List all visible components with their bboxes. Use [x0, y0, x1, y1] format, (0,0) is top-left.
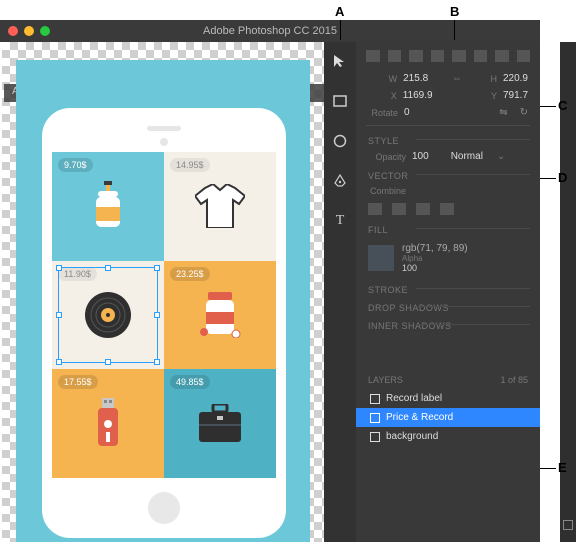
briefcase-icon: [195, 404, 245, 444]
drop-shadows-section-heading[interactable]: DROP SHADOWS: [356, 297, 540, 315]
phone-speaker: [147, 126, 181, 131]
layers-count: 1 of 85: [500, 375, 528, 385]
properties-panel: W215.8 ⇔ H220.9 X1169.9 Y791.7 Rotate 0 …: [356, 42, 540, 542]
tile-record: 11.90$: [52, 261, 164, 370]
vector-section-heading: VECTOR: [356, 165, 540, 183]
phone-screen: 9.70$ 14.95$ 11.90$: [52, 152, 276, 478]
window-titlebar: Adobe Photoshop CC 2015: [0, 20, 540, 42]
soap-icon: [90, 181, 126, 231]
ellipse-tool[interactable]: [331, 132, 349, 150]
align-center-h-icon[interactable]: [388, 50, 402, 62]
combine-subtract-icon[interactable]: [392, 203, 406, 215]
layer-shape-icon: [370, 394, 380, 404]
combine-exclude-icon[interactable]: [440, 203, 454, 215]
flip-v-icon[interactable]: ↻: [520, 107, 528, 118]
tile-pills: 23.25$: [164, 261, 276, 370]
opacity-label: Opacity: [368, 152, 406, 162]
chevron-down-icon[interactable]: ⌄: [497, 151, 505, 162]
tile-briefcase: 49.85$: [164, 369, 276, 478]
layer-name: background: [386, 431, 438, 442]
phone-mockup: 9.70$ 14.95$ 11.90$: [42, 108, 286, 538]
callout-a: A: [335, 4, 344, 19]
layer-shape-icon: [370, 413, 380, 423]
panel-toggle-icon[interactable]: [563, 520, 573, 530]
callout-d: D: [558, 170, 567, 185]
width-value[interactable]: 215.8: [403, 73, 446, 84]
combine-intersect-icon[interactable]: [416, 203, 430, 215]
link-wh-icon[interactable]: ⇔: [452, 73, 462, 84]
distribute-h-icon[interactable]: [495, 50, 509, 62]
price-badge: 14.95$: [170, 158, 210, 172]
tile-soap: 9.70$: [52, 152, 164, 261]
distribute-v-icon[interactable]: [517, 50, 531, 62]
stroke-section-heading[interactable]: STROKE: [356, 279, 540, 297]
tile-usb: 17.55$: [52, 369, 164, 478]
layer-name: Record label: [386, 393, 442, 404]
phone-home-button: [148, 492, 180, 524]
align-bottom-icon[interactable]: [474, 50, 488, 62]
price-badge: 17.55$: [58, 375, 98, 389]
layer-shape-icon: [370, 432, 380, 442]
y-value[interactable]: 791.7: [503, 90, 528, 101]
pill-bottle-icon: [198, 292, 242, 338]
combine-label: Combine: [368, 186, 406, 196]
tile-shirt: 14.95$: [164, 152, 276, 261]
layer-row[interactable]: background: [356, 427, 540, 446]
tool-strip: T: [324, 42, 356, 542]
flip-h-icon[interactable]: ⇋: [499, 107, 507, 118]
fill-color-label: rgb(71, 79, 89): [402, 243, 468, 254]
align-right-icon[interactable]: [409, 50, 423, 62]
fill-alpha-value[interactable]: 100: [402, 263, 468, 273]
artboard: 9.70$ 14.95$ 11.90$: [16, 60, 310, 542]
rotate-value[interactable]: 0: [404, 107, 448, 118]
layers-heading: LAYERS: [368, 375, 403, 385]
price-badge: 23.25$: [170, 267, 210, 281]
selection-outline[interactable]: [58, 267, 158, 364]
align-top-icon[interactable]: [431, 50, 445, 62]
callout-b: B: [450, 4, 459, 19]
inner-shadows-section-heading[interactable]: INNER SHADOWS: [356, 315, 540, 333]
layer-row[interactable]: Record label: [356, 389, 540, 408]
height-value[interactable]: 220.9: [503, 73, 528, 84]
blend-mode[interactable]: Normal: [451, 151, 483, 162]
fill-section-heading: FILL: [356, 219, 540, 237]
align-left-icon[interactable]: [366, 50, 380, 62]
canvas-area[interactable]: App Ideas.psd 9.70$ 14.95$: [2, 42, 324, 542]
combine-union-icon[interactable]: [368, 203, 382, 215]
price-badge: 49.85$: [170, 375, 210, 389]
align-row: [356, 42, 540, 70]
fill-alpha-label: Alpha: [402, 254, 468, 263]
style-section-heading: STYLE: [356, 130, 540, 148]
rotate-label: Rotate: [368, 108, 398, 118]
fill-swatch[interactable]: [368, 245, 394, 271]
callout-c: C: [558, 98, 567, 113]
layer-name: Price & Record: [386, 412, 453, 423]
layer-row-selected[interactable]: Price & Record: [356, 408, 540, 427]
pen-tool[interactable]: [331, 172, 349, 190]
align-center-v-icon[interactable]: [452, 50, 466, 62]
rectangle-tool[interactable]: [331, 92, 349, 110]
opacity-value[interactable]: 100: [412, 151, 429, 162]
phone-camera: [160, 138, 168, 146]
tshirt-icon: [195, 184, 245, 228]
callout-e: E: [558, 460, 567, 475]
app-title: Adobe Photoshop CC 2015: [0, 20, 540, 42]
x-value[interactable]: 1169.9: [403, 90, 445, 101]
usb-drive-icon: [94, 398, 122, 450]
price-badge: 9.70$: [58, 158, 93, 172]
type-tool[interactable]: T: [331, 212, 349, 230]
move-tool[interactable]: [331, 52, 349, 70]
